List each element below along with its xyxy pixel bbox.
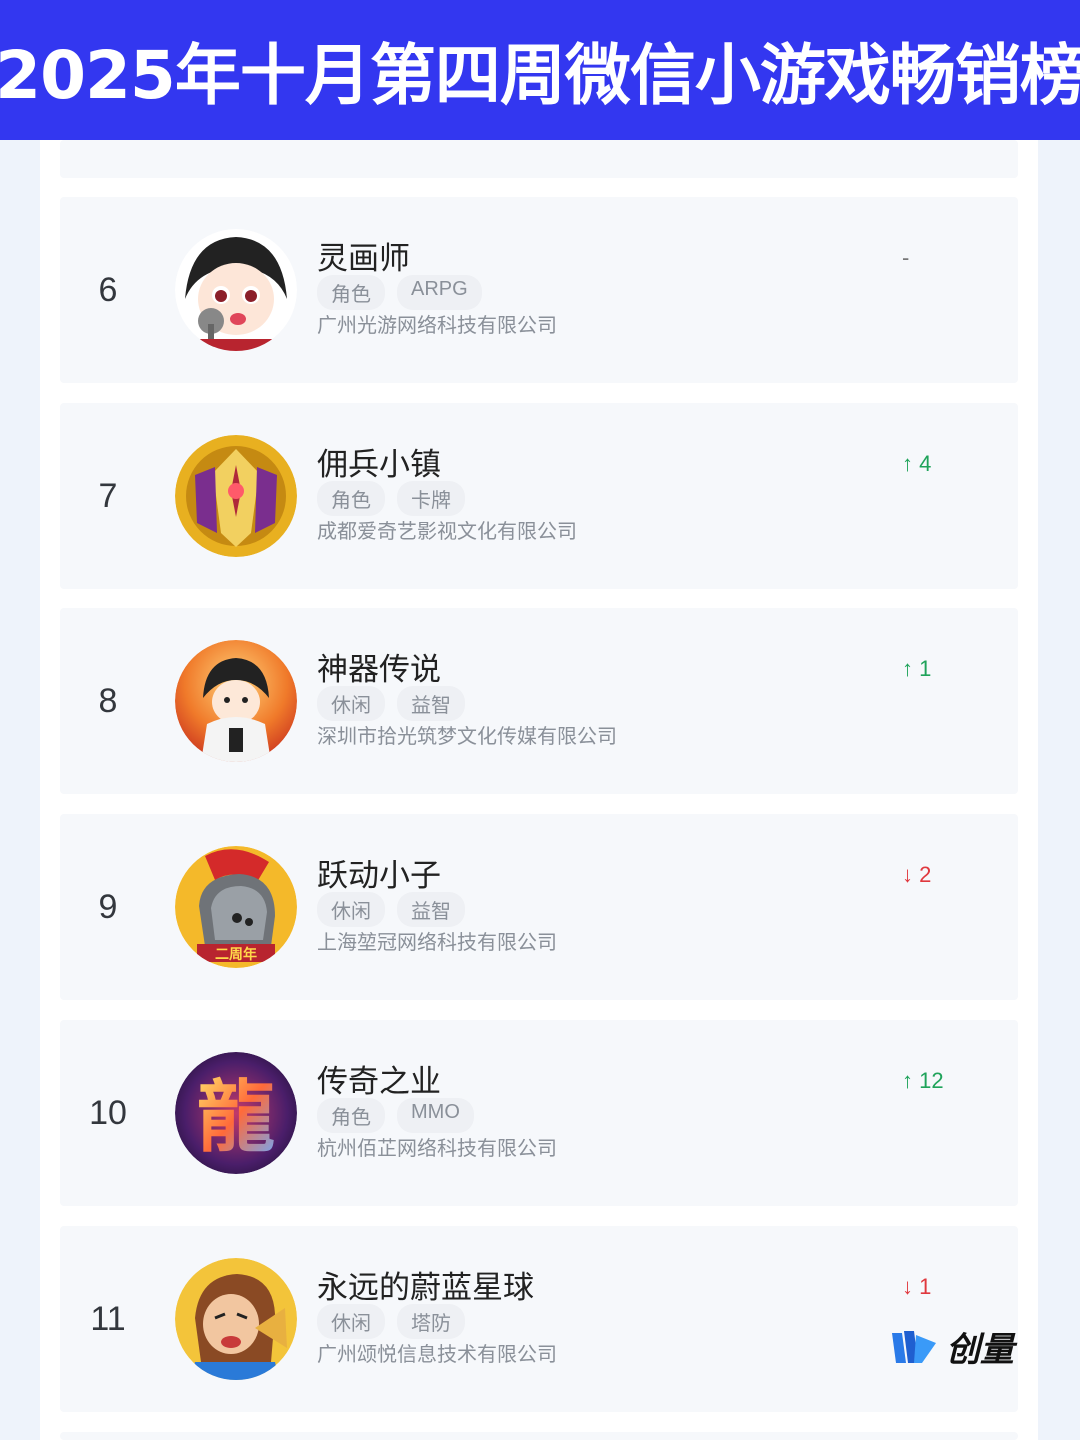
tag-list: 角色 卡牌 [317, 481, 465, 516]
list-item[interactable]: 10 龍 传奇之业 角色 MMO 杭州佰芷网络科技有限公司 ↑ 12 [60, 1020, 1018, 1206]
game-title: 传奇之业 [317, 1064, 441, 1100]
tag-list: 角色 ARPG [317, 275, 482, 310]
tag: 益智 [397, 892, 465, 927]
company-name: 广州颂悦信息技术有限公司 [317, 1342, 557, 1366]
game-icon [175, 229, 297, 351]
tag: 卡牌 [397, 481, 465, 516]
rank-number: 7 [98, 476, 118, 515]
rank-change: ↓ 2 [902, 862, 932, 887]
list-item[interactable]: 11 永远的蔚蓝星球 休闲 塔防 广州颂悦信息技术有限公司 ↓ 1 [60, 1226, 1018, 1412]
svg-text:龍: 龍 [197, 1072, 275, 1163]
tag: 塔防 [397, 1304, 465, 1339]
rank-number: 6 [98, 270, 118, 309]
company-name: 上海堃冠网络科技有限公司 [317, 930, 557, 954]
tag-list: 休闲 益智 [317, 686, 465, 721]
logo-icon [892, 1330, 936, 1363]
rank-change: ↑ 1 [902, 656, 932, 681]
tag: MMO [397, 1098, 474, 1133]
tag: 角色 [317, 481, 385, 516]
watermark-text: 创量 [946, 1330, 1014, 1370]
company-name: 广州光游网络科技有限公司 [317, 313, 557, 337]
rank-number: 11 [90, 1299, 126, 1338]
tag: 休闲 [317, 686, 385, 721]
tag: 益智 [397, 686, 465, 721]
rank-change: ↓ 1 [902, 1274, 932, 1299]
tag-list: 角色 MMO [317, 1098, 474, 1133]
list-item[interactable]: 6 灵画师 角色 ARPG 广州光游网络科技有限公司 - [60, 197, 1018, 383]
partial-card-top [60, 140, 1018, 178]
watermark-logo: 创量 [890, 1322, 1014, 1371]
page-header: 2025年十月第四周微信小游戏畅销榜 [0, 0, 1080, 140]
rank-change: - [902, 245, 910, 270]
tag: 角色 [317, 275, 385, 310]
tag: 角色 [317, 1098, 385, 1133]
list-item[interactable]: 8 神器传说 休闲 益智 深圳市拾光筑梦文化传媒有限公司 ↑ 1 [60, 608, 1018, 794]
company-name: 成都爱奇艺影视文化有限公司 [317, 519, 577, 543]
partial-card-bottom [60, 1432, 1018, 1440]
company-name: 杭州佰芷网络科技有限公司 [317, 1136, 557, 1160]
game-icon: 二周年 [175, 846, 297, 968]
company-name: 深圳市拾光筑梦文化传媒有限公司 [317, 724, 617, 748]
rank-number: 8 [98, 681, 118, 720]
game-title: 神器传说 [317, 652, 441, 688]
game-title: 永远的蔚蓝星球 [317, 1270, 534, 1306]
list-item[interactable]: 7 佣兵小镇 角色 卡牌 成都爱奇艺影视文化有限公司 ↑ 4 [60, 403, 1018, 589]
tag: 休闲 [317, 892, 385, 927]
rank-number: 9 [98, 887, 118, 926]
game-icon [175, 1258, 297, 1380]
list-item[interactable]: 9 二周年 跃动小子 休闲 益智 上海堃冠网络科技有限公司 ↓ 2 [60, 814, 1018, 1000]
svg-text:二周年: 二周年 [215, 946, 257, 963]
tag: 休闲 [317, 1304, 385, 1339]
game-title: 跃动小子 [317, 858, 441, 894]
game-title: 灵画师 [317, 241, 410, 277]
rank-change: ↑ 4 [902, 451, 932, 476]
rank-number: 10 [89, 1093, 127, 1132]
game-icon [175, 640, 297, 762]
page-title: 2025年十月第四周微信小游戏畅销榜 [0, 37, 1080, 114]
game-icon [175, 435, 297, 557]
game-title: 佣兵小镇 [317, 447, 441, 483]
rank-change: ↑ 12 [902, 1068, 944, 1093]
tag-list: 休闲 益智 [317, 892, 465, 927]
tag: ARPG [397, 275, 482, 310]
game-icon: 龍 [175, 1052, 297, 1174]
tag-list: 休闲 塔防 [317, 1304, 465, 1339]
